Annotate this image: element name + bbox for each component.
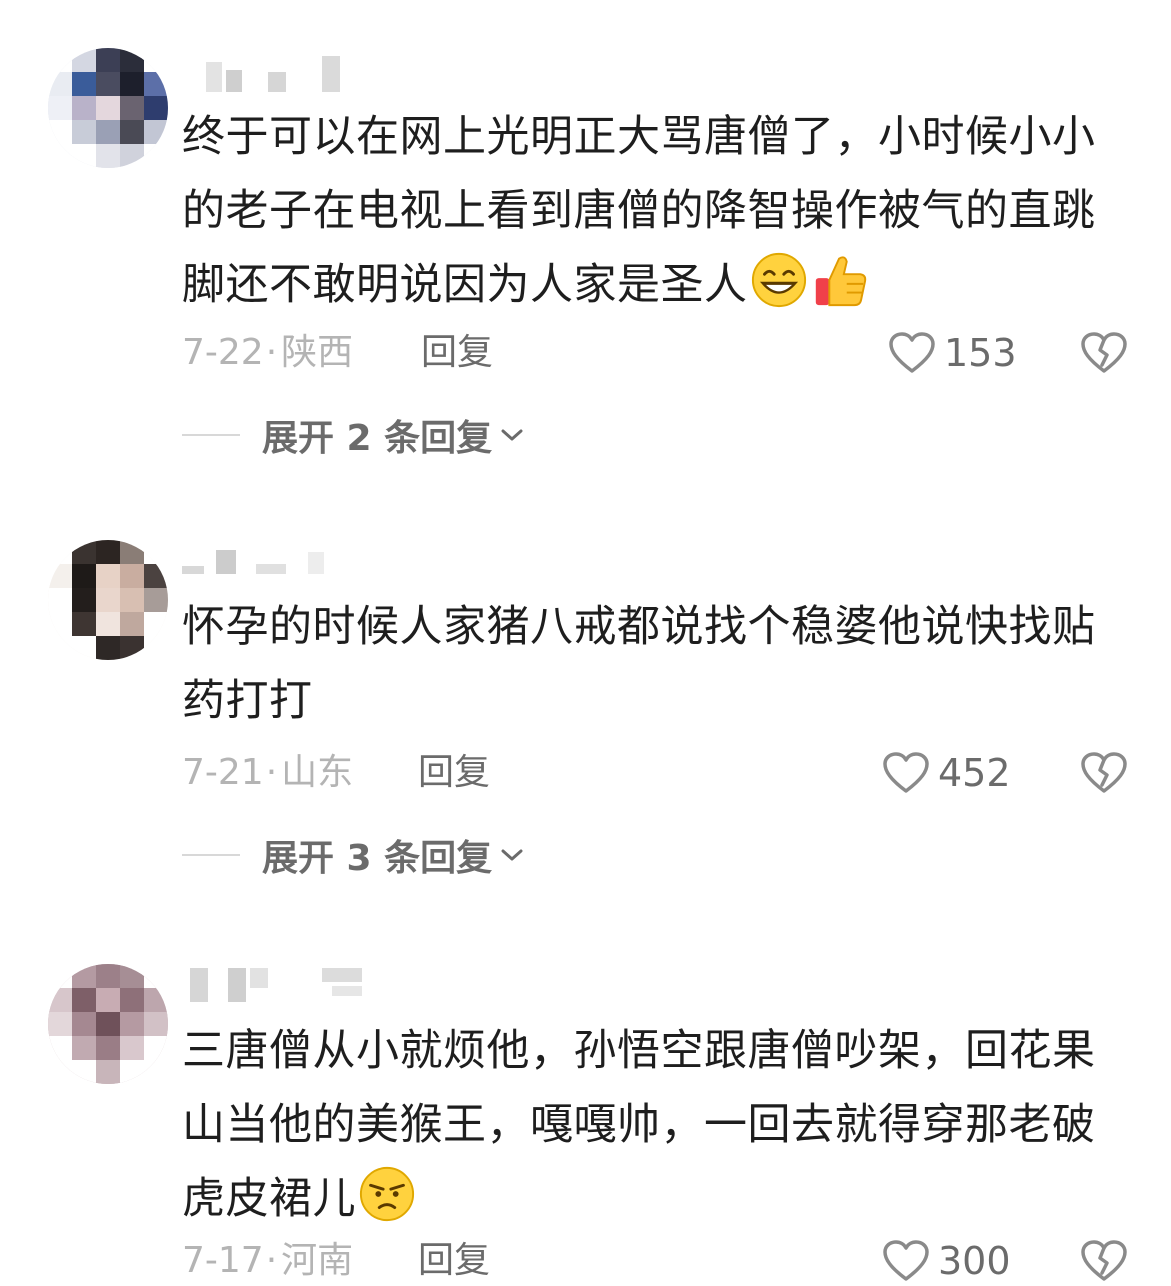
dislike-button[interactable] <box>1080 328 1128 378</box>
username-mosaic[interactable] <box>182 52 352 92</box>
comment-location: 河南 <box>281 1240 354 1281</box>
reply-button[interactable]: 回复 <box>418 1236 490 1286</box>
dislike-button[interactable] <box>1080 1236 1128 1286</box>
comment-text: 怀孕的时候人家猪八戒都说找个稳婆他说快找贴药打打 <box>182 590 1102 738</box>
like-count: 452 <box>938 751 1011 795</box>
like-count: 153 <box>944 331 1017 375</box>
comment-text: 三唐僧从小就烦他，孙悟空跟唐僧吵架，回花果山当他的美猴王，嘎嘎帅，一回去就得穿那… <box>182 1014 1102 1236</box>
comment-item: 三唐僧从小就烦他，孙悟空跟唐僧吵架，回花果山当他的美猴王，嘎嘎帅，一回去就得穿那… <box>0 940 1171 1283</box>
thumbs-up-emoji <box>815 256 866 307</box>
heart-icon <box>889 332 935 373</box>
chevron-down-icon <box>501 849 523 861</box>
comment-date: 7-21 <box>182 752 264 793</box>
username-mosaic[interactable] <box>182 964 382 1004</box>
broken-heart-icon <box>1081 1240 1127 1281</box>
dislike-button[interactable] <box>1080 748 1128 798</box>
heart-icon <box>883 752 929 793</box>
avatar[interactable] <box>48 48 168 168</box>
comment-location: 山东 <box>281 752 354 793</box>
comment-date: 7-17 <box>182 1240 264 1281</box>
like-button[interactable]: 153 <box>888 328 1017 378</box>
like-button[interactable]: 300 <box>882 1236 1011 1286</box>
comment-text: 终于可以在网上光明正大骂唐僧了，小时候小小的老子在电视上看到唐僧的降智操作被气的… <box>182 100 1102 322</box>
comment-date: 7-22 <box>182 332 264 373</box>
avatar[interactable] <box>48 540 168 660</box>
heart-icon <box>883 1240 929 1281</box>
like-count: 300 <box>938 1239 1011 1283</box>
comment-location: 陕西 <box>281 332 354 373</box>
broken-heart-icon <box>1081 332 1127 373</box>
expand-replies[interactable]: 展开 3 条回复 <box>182 830 524 880</box>
reply-button[interactable]: 回复 <box>418 748 490 798</box>
meta-separator: · <box>265 1240 278 1281</box>
comment-text-body: 三唐僧从小就烦他，孙悟空跟唐僧吵架，回花果山当他的美猴王，嘎嘎帅，一回去就得穿那… <box>182 1026 1096 1224</box>
broken-heart-icon <box>1081 752 1127 793</box>
expand-replies-label: 展开 2 条回复 <box>262 418 493 459</box>
meta-separator: · <box>265 332 278 373</box>
divider-line <box>182 434 240 436</box>
comment-item: 终于可以在网上光明正大骂唐僧了，小时候小小的老子在电视上看到唐僧的降智操作被气的… <box>0 0 1171 480</box>
comment-item: 怀孕的时候人家猪八戒都说找个稳婆他说快找贴药打打 7-21· 山东 回复 452 … <box>0 480 1171 940</box>
meta-separator: · <box>265 752 278 793</box>
divider-line <box>182 854 240 856</box>
comment-meta: 7-21· 山东 <box>182 748 353 798</box>
comment-text-body: 怀孕的时候人家猪八戒都说找个稳婆他说快找贴药打打 <box>182 602 1096 726</box>
chevron-down-icon <box>501 429 523 441</box>
comment-meta: 7-17· 河南 <box>182 1236 353 1286</box>
annoyed-emoji <box>359 1166 415 1222</box>
grin-emoji <box>751 252 806 308</box>
avatar[interactable] <box>48 964 168 1084</box>
like-button[interactable]: 452 <box>882 748 1011 798</box>
comment-text-body: 终于可以在网上光明正大骂唐僧了，小时候小小的老子在电视上看到唐僧的降智操作被气的… <box>182 112 1096 310</box>
username-mosaic[interactable] <box>182 544 342 584</box>
expand-replies-label: 展开 3 条回复 <box>262 838 493 879</box>
reply-button[interactable]: 回复 <box>421 328 493 378</box>
comment-meta: 7-22· 陕西 <box>182 328 353 378</box>
expand-replies[interactable]: 展开 2 条回复 <box>182 410 524 460</box>
